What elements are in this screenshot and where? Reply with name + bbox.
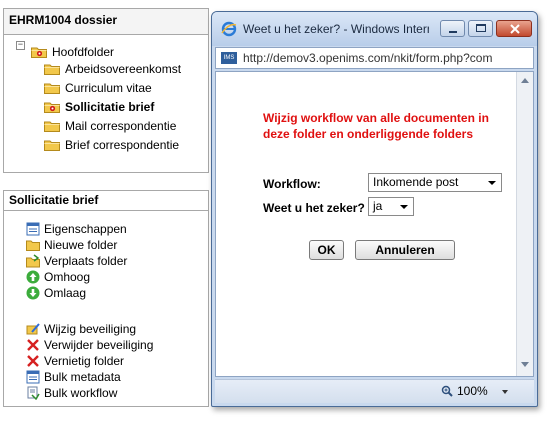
address-url: http://demov3.openims.com/nkit/form.php?…	[243, 51, 493, 65]
ok-button[interactable]: OK	[309, 240, 344, 260]
action-item-label: Bulk workflow	[44, 386, 118, 400]
action-item-label: Omhoog	[44, 270, 91, 284]
action-item-label: Bulk metadata	[44, 370, 121, 384]
dossier-panel: EHRM1004 dossier − Hoofdfolder Arbeidsove…	[3, 8, 209, 173]
security-edit-icon	[26, 323, 40, 335]
properties-icon	[26, 222, 40, 236]
maximize-icon	[476, 24, 486, 32]
warning-message: Wijzig workflow van alle documenten in d…	[263, 111, 489, 141]
folder-icon	[44, 121, 60, 132]
dossier-title: EHRM1004 dossier	[4, 9, 208, 35]
folder-marked-icon	[44, 102, 60, 113]
folder-icon	[44, 64, 60, 75]
actions-panel: Sollicitatie brief Eigenschappen Nieuwe f…	[3, 190, 209, 407]
chevron-down-icon	[400, 205, 408, 209]
address-bar[interactable]: IMS http://demov3.openims.com/nkit/form.…	[215, 47, 534, 69]
collapse-toggle[interactable]: −	[16, 41, 25, 50]
chevron-down-icon	[488, 181, 496, 185]
bulk-metadata-icon	[26, 370, 40, 384]
action-item-label: Nieuwe folder	[44, 238, 118, 252]
close-icon	[510, 24, 520, 34]
vertical-scrollbar[interactable]	[516, 72, 533, 376]
tree-item-label: Arbeidsovereenkomst	[65, 62, 182, 76]
remove-security-icon	[27, 339, 39, 351]
action-item-label: Vernietig folder	[44, 354, 125, 368]
folder-icon	[44, 83, 60, 94]
maximize-button[interactable]	[468, 20, 493, 37]
site-favicon-icon: IMS	[221, 52, 237, 64]
arrow-up-icon	[26, 270, 40, 284]
folder-marked-icon	[31, 47, 47, 58]
cancel-button[interactable]: Annuleren	[355, 240, 455, 260]
action-item-label: Eigenschappen	[44, 222, 127, 236]
action-item-label: Verplaats folder	[44, 254, 128, 268]
move-folder-icon	[26, 254, 40, 268]
zoom-icon	[441, 385, 453, 397]
action-item-label: Wijzig beveiliging	[44, 322, 137, 336]
zoom-level: 100%	[457, 384, 488, 398]
folder-icon	[44, 140, 60, 151]
actions-title: Sollicitatie brief	[4, 191, 208, 211]
scroll-up-icon[interactable]	[521, 78, 529, 83]
action-item-label: Omlaag	[44, 286, 87, 300]
confirm-label: Weet u het zeker?	[263, 201, 365, 215]
tree-item-label: Curriculum vitae	[65, 81, 152, 95]
scroll-down-icon[interactable]	[521, 362, 529, 367]
workflow-select-value: Inkomende post	[373, 175, 459, 189]
confirm-select-value: ja	[373, 199, 383, 213]
tree-item-label: Brief correspondentie	[65, 138, 180, 152]
close-button[interactable]	[496, 20, 532, 37]
dialog-title: Weet u het zeker? - Windows Intern...	[243, 22, 429, 36]
destroy-folder-icon	[27, 355, 39, 367]
tree-item-label: Sollicitatie brief	[65, 100, 155, 114]
workflow-select[interactable]: Inkomende post	[368, 173, 502, 192]
zoom-dropdown-icon[interactable]	[502, 390, 508, 394]
dialog-titlebar[interactable]: Weet u het zeker? - Windows Intern...	[212, 12, 537, 46]
tree-item-label: Mail correspondentie	[65, 119, 177, 133]
workflow-label: Workflow:	[263, 177, 321, 191]
tree-item-label: Hoofdfolder	[52, 45, 115, 59]
confirm-select[interactable]: ja	[368, 197, 414, 216]
arrow-down-icon	[26, 286, 40, 300]
new-folder-icon	[26, 240, 40, 251]
action-item-label: Verwijder beveiliging	[44, 338, 154, 352]
ie-logo-icon	[221, 21, 237, 37]
dialog-content: Wijzig workflow van alle documenten in d…	[215, 71, 534, 377]
status-bar: 100%	[215, 379, 534, 403]
minimize-button[interactable]	[440, 20, 465, 37]
confirm-dialog-window: Weet u het zeker? - Windows Intern... IM…	[211, 11, 538, 407]
minimize-icon	[449, 31, 457, 33]
bulk-workflow-icon	[27, 386, 40, 400]
